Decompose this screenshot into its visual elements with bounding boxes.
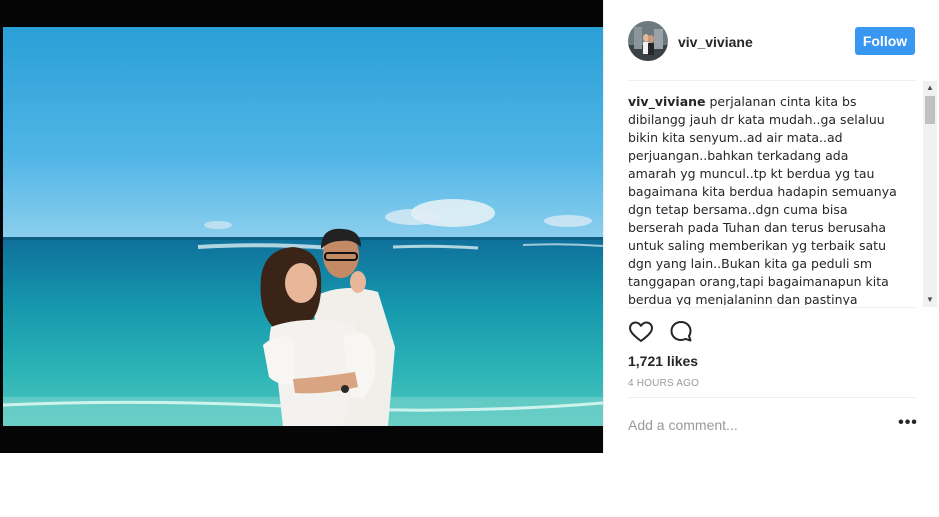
scroll-up-arrow-icon[interactable]: ▲ bbox=[923, 81, 937, 95]
scroll-down-arrow-icon[interactable]: ▼ bbox=[923, 293, 937, 307]
follow-button[interactable]: Follow bbox=[855, 27, 915, 55]
caption-scroll-area[interactable]: viv_viviane perjalanan cinta kita bs dib… bbox=[628, 93, 921, 305]
more-options-icon[interactable]: ••• bbox=[897, 415, 919, 435]
avatar[interactable] bbox=[628, 21, 668, 61]
beach-couple-photo bbox=[3, 27, 603, 426]
post-modal: viv_viviane Follow viv_viviane perjalana… bbox=[0, 0, 939, 453]
divider bbox=[628, 80, 916, 81]
likes-count[interactable]: 1,721 likes bbox=[628, 353, 698, 369]
post-sidebar: viv_viviane Follow viv_viviane perjalana… bbox=[603, 0, 939, 453]
profile-picture bbox=[628, 21, 668, 61]
caption-scrollbar[interactable]: ▲ ▼ bbox=[923, 81, 937, 307]
divider bbox=[628, 307, 916, 308]
divider bbox=[628, 397, 916, 398]
comment-button[interactable] bbox=[667, 318, 695, 346]
scroll-thumb[interactable] bbox=[925, 96, 935, 124]
header-username[interactable]: viv_viviane bbox=[678, 34, 753, 50]
post-photo[interactable] bbox=[3, 27, 603, 426]
like-button[interactable] bbox=[627, 318, 655, 346]
caption: viv_viviane perjalanan cinta kita bs dib… bbox=[628, 93, 898, 305]
comment-input[interactable] bbox=[628, 414, 868, 436]
caption-text: perjalanan cinta kita bs dibilangg jauh … bbox=[628, 94, 897, 305]
heart-icon bbox=[629, 321, 653, 342]
comment-bubble-icon bbox=[670, 321, 692, 342]
caption-username[interactable]: viv_viviane bbox=[628, 94, 706, 109]
post-timestamp[interactable]: 4 HOURS AGO bbox=[628, 378, 699, 389]
